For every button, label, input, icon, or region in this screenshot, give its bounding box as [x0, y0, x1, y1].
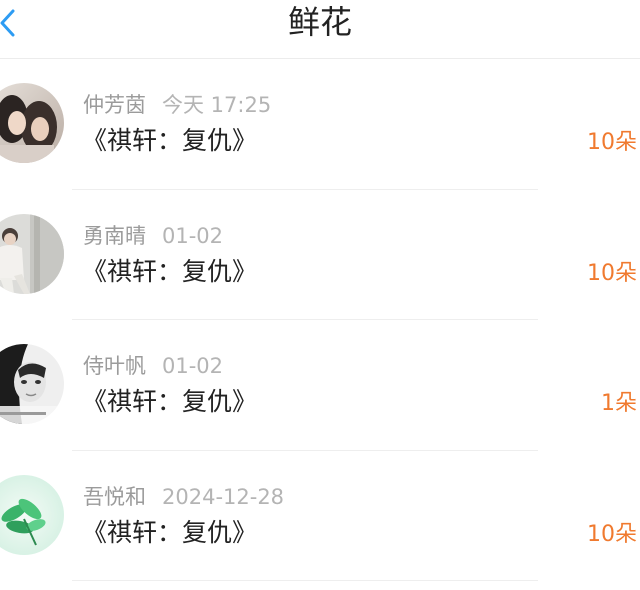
item-meta: 吾悦和 2024-12-28 [83, 484, 284, 510]
avatar[interactable] [0, 213, 64, 294]
book-title[interactable]: 《祺轩：复仇》 [82, 125, 257, 157]
timestamp: 01-02 [162, 223, 224, 248]
timestamp: 2024-12-28 [162, 484, 285, 509]
divider [72, 580, 538, 581]
avatar-photo [0, 344, 64, 424]
flower-list: 仲芳茵 今天 17:25 《祺轩：复仇》 10朵 勇南晴 01-02 《祺轩：复仇》… [0, 59, 640, 581]
avatar-photo [0, 474, 64, 555]
book-title[interactable]: 《祺轩：复仇》 [82, 386, 257, 418]
list-item[interactable]: 仲芳茵 今天 17:25 《祺轩：复仇》 10朵 [0, 59, 640, 190]
user-name[interactable]: 勇南晴 [83, 224, 146, 248]
book-title[interactable]: 《祺轩：复仇》 [82, 517, 257, 549]
user-name[interactable]: 仲芳茵 [83, 93, 146, 117]
book-title[interactable]: 《祺轩：复仇》 [82, 256, 257, 288]
user-name[interactable]: 侍叶帆 [83, 354, 146, 378]
avatar[interactable] [0, 344, 64, 424]
list-item[interactable]: 侍叶帆 01-02 《祺轩：复仇》 1朵 [0, 320, 640, 451]
avatar-photo [0, 213, 64, 294]
avatar[interactable] [0, 474, 64, 555]
item-meta: 仲芳茵 今天 17:25 [83, 92, 271, 118]
flower-count: 10朵 [587, 521, 637, 547]
top-nav-bar: 鲜花 [0, 0, 640, 59]
timestamp: 今天 17:25 [162, 93, 272, 117]
avatar[interactable] [0, 83, 64, 163]
timestamp: 01-02 [162, 354, 224, 378]
item-meta: 侍叶帆 01-02 [83, 353, 223, 379]
item-meta: 勇南晴 01-02 [83, 223, 223, 249]
page-title: 鲜花 [287, 3, 352, 41]
list-item[interactable]: 勇南晴 01-02 《祺轩：复仇》 10朵 [0, 190, 640, 320]
flower-count: 10朵 [587, 130, 637, 155]
avatar-photo [0, 83, 64, 163]
user-name[interactable]: 吾悦和 [83, 485, 146, 509]
flower-count: 10朵 [587, 260, 637, 286]
flower-count: 1朵 [601, 391, 637, 416]
list-item[interactable]: 吾悦和 2024-12-28 《祺轩：复仇》 10朵 [0, 451, 640, 581]
